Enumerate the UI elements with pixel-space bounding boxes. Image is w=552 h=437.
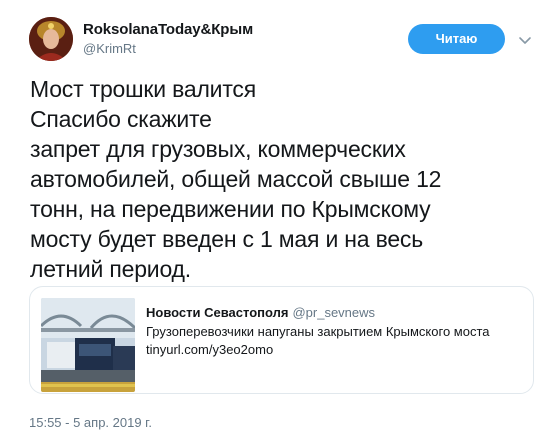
avatar-image	[29, 17, 73, 61]
card-description: Грузоперевозчики напуганы закрытием Крым…	[146, 324, 490, 339]
tweet-text-line: тонн, на передвижении по Крымскому	[30, 196, 431, 222]
card-title: Новости Севастополя @pr_sevnews	[146, 305, 375, 320]
card-source-name: Новости Севастополя	[146, 305, 289, 320]
chevron-down-icon[interactable]	[518, 33, 532, 47]
card-url: tinyurl.com/y3eo2omo	[146, 342, 274, 357]
link-card[interactable]: Новости Севастополя @pr_sevnews Грузопере…	[29, 286, 534, 394]
author-name[interactable]: RoksolanaToday&Крым	[83, 21, 253, 38]
tweet-text-line: Мост трошки валится	[30, 76, 256, 102]
author-handle[interactable]: @KrimRt	[83, 41, 136, 56]
card-source-handle: @pr_sevnews	[292, 305, 376, 320]
tweet-text: Мост трошки валится Спасибо скажите запр…	[30, 74, 530, 284]
tweet-text-line: Спасибо скажите	[30, 106, 212, 132]
tweet: RoksolanaToday&Крым @KrimRt Читаю Мост т…	[0, 0, 552, 437]
follow-button[interactable]: Читаю	[408, 24, 505, 54]
tweet-text-line: автомобилей, общей массой свыше 12	[30, 166, 442, 192]
card-thumbnail	[41, 298, 135, 392]
tweet-text-line: летний период.	[30, 256, 191, 282]
tweet-text-line: мосту будет введен с 1 мая и на весь	[30, 226, 424, 252]
tweet-text-line: запрет для грузовых, коммерческих	[30, 136, 406, 162]
tweet-timestamp[interactable]: 15:55 - 5 апр. 2019 г.	[29, 415, 152, 430]
avatar[interactable]	[29, 17, 73, 61]
